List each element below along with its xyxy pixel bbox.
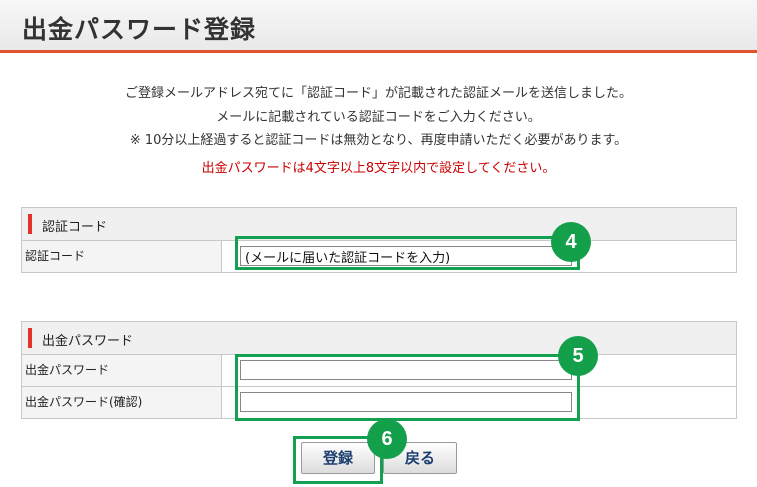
password-highlight (235, 354, 580, 421)
withdrawal-password-confirm-label: 出金パスワード(確認) (22, 387, 222, 418)
page-title: 出金パスワード登録 (22, 15, 257, 44)
withdrawal-password-section-title: 出金パスワード (42, 334, 134, 349)
page-header: 出金パスワード登録 (0, 0, 757, 53)
step-badge-4: 4 (551, 222, 591, 262)
auth-code-highlight (235, 236, 580, 270)
instruction-line-1: ご登録メールアドレス宛てに「認証コード」が記載された認証メールを送信しました。 (124, 86, 632, 101)
instruction-line-2: メールに記載されている認証コードをご入力ください。 (216, 110, 541, 125)
section-marker (28, 214, 32, 234)
auth-code-label: 認証コード (22, 241, 222, 272)
step-badge-6: 6 (367, 419, 407, 459)
withdrawal-password-section-header: 出金パスワード (22, 322, 736, 355)
password-rule-warning: 出金パスワードは4文字以上8文字以内で設定してください。 (201, 161, 556, 176)
withdrawal-password-label: 出金パスワード (22, 355, 222, 386)
step-badge-5: 5 (558, 336, 598, 376)
instruction-line-3: ※ 10分以上経過すると認証コードは無効となり、再度申請いただく必要があります。 (129, 133, 628, 148)
section-marker (28, 328, 32, 348)
auth-code-section-title: 認証コード (42, 220, 108, 235)
